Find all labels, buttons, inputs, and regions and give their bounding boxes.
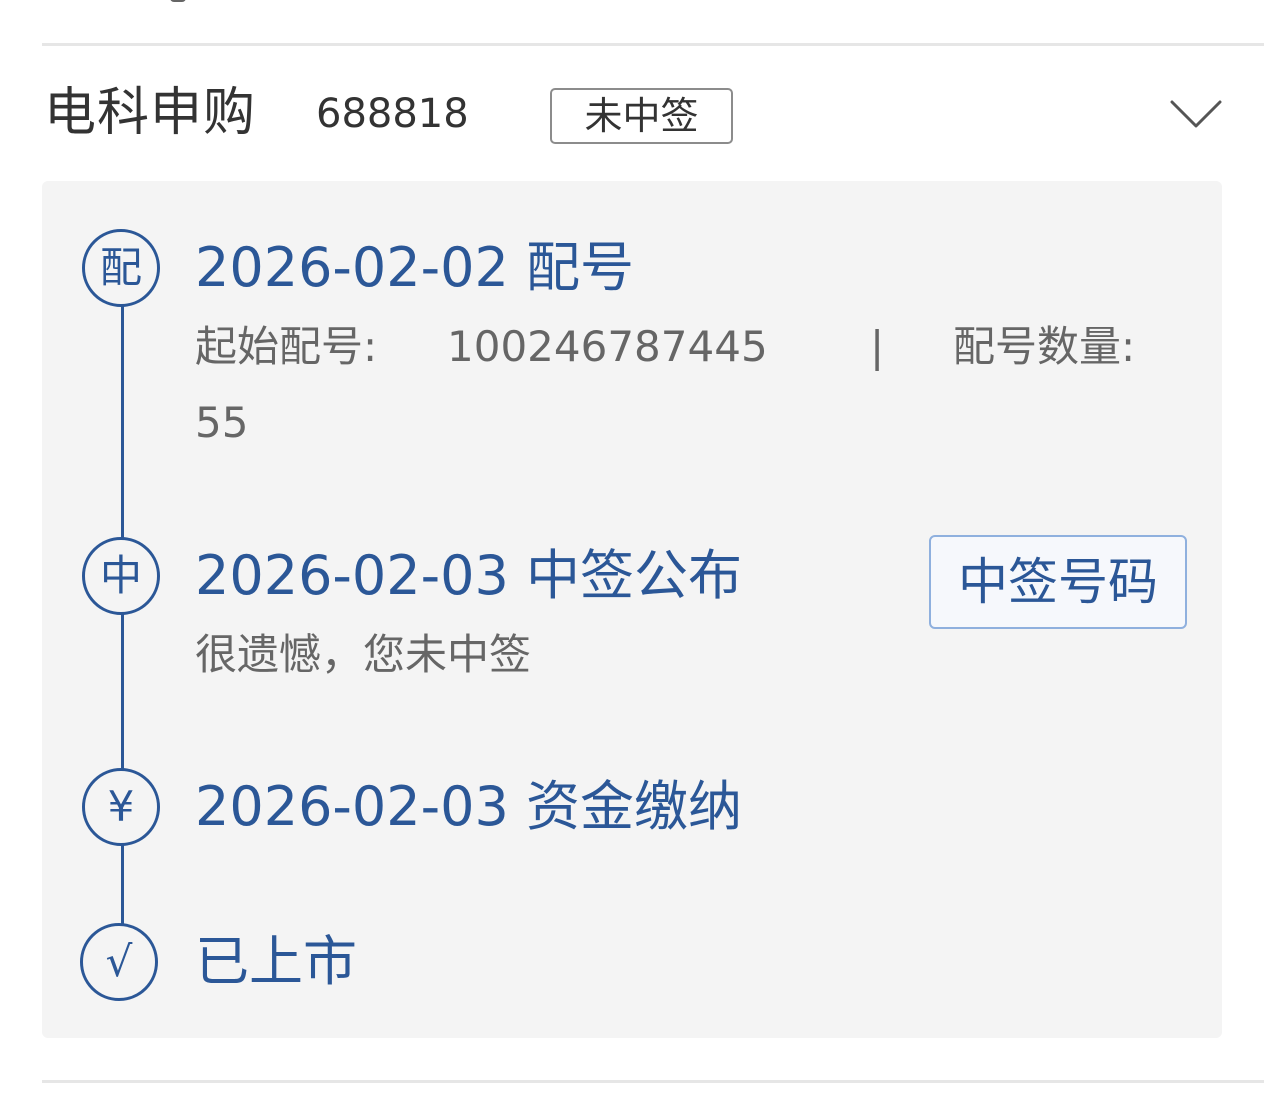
top-divider <box>42 43 1264 46</box>
lottery-step-icon: 中 <box>82 537 160 615</box>
allocation-count-label: 配号数量: <box>953 322 1136 371</box>
field-separator: | <box>870 322 885 371</box>
allocation-step-icon: 配 <box>82 229 160 307</box>
lottery-result-text: 很遗憾，您未中签 <box>195 630 532 679</box>
payment-step-title: 2026-02-03 资金缴纳 <box>195 775 742 838</box>
winning-numbers-button[interactable]: 中签号码 <box>929 535 1187 629</box>
start-number-value: 100246787445 <box>447 322 768 371</box>
chevron-down-icon[interactable] <box>1164 96 1228 136</box>
card-title: 电科申购 <box>44 83 257 143</box>
status-badge: 未中签 <box>550 88 733 144</box>
checkmark-icon: √ <box>80 923 158 1001</box>
start-number-label: 起始配号: <box>195 322 378 371</box>
allocation-count-value: 55 <box>195 398 249 447</box>
yen-icon: ¥ <box>82 768 160 846</box>
allocation-step-title: 2026-02-02 配号 <box>195 236 634 299</box>
previous-item-fragment <box>170 0 186 2</box>
bottom-divider <box>42 1080 1264 1083</box>
listed-step-title: 已上市 <box>195 930 357 993</box>
lottery-step-title: 2026-02-03 中签公布 <box>195 544 742 607</box>
stock-code: 688818 <box>316 91 469 137</box>
